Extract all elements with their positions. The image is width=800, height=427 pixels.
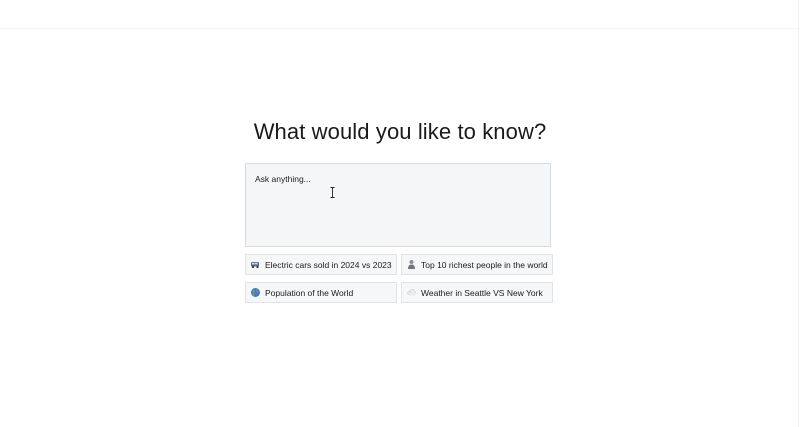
text-cursor-icon [330, 187, 335, 198]
page-title: What would you like to know? [253, 119, 547, 144]
ask-input[interactable] [246, 164, 550, 246]
car-icon [250, 259, 261, 270]
suggestion-label: Population of the World [265, 287, 354, 298]
suggestion-weather[interactable]: Weather in Seattle VS New York [401, 282, 553, 303]
top-divider [0, 28, 800, 29]
suggestion-world-population[interactable]: Population of the World [245, 282, 397, 303]
globe-icon [250, 287, 261, 298]
suggestion-richest-people[interactable]: Top 10 richest people in the world [401, 254, 553, 275]
suggestion-label: Top 10 richest people in the world [421, 259, 548, 270]
cloud-icon [406, 287, 417, 298]
suggestion-electric-cars[interactable]: Electric cars sold in 2024 vs 2023 [245, 254, 397, 275]
person-icon [406, 259, 417, 270]
suggestion-label: Electric cars sold in 2024 vs 2023 [265, 259, 392, 270]
suggestion-label: Weather in Seattle VS New York [421, 287, 543, 298]
page: What would you like to know? Electric ca… [0, 0, 800, 427]
ask-box[interactable] [245, 163, 551, 247]
right-scroll-edge [798, 0, 799, 427]
